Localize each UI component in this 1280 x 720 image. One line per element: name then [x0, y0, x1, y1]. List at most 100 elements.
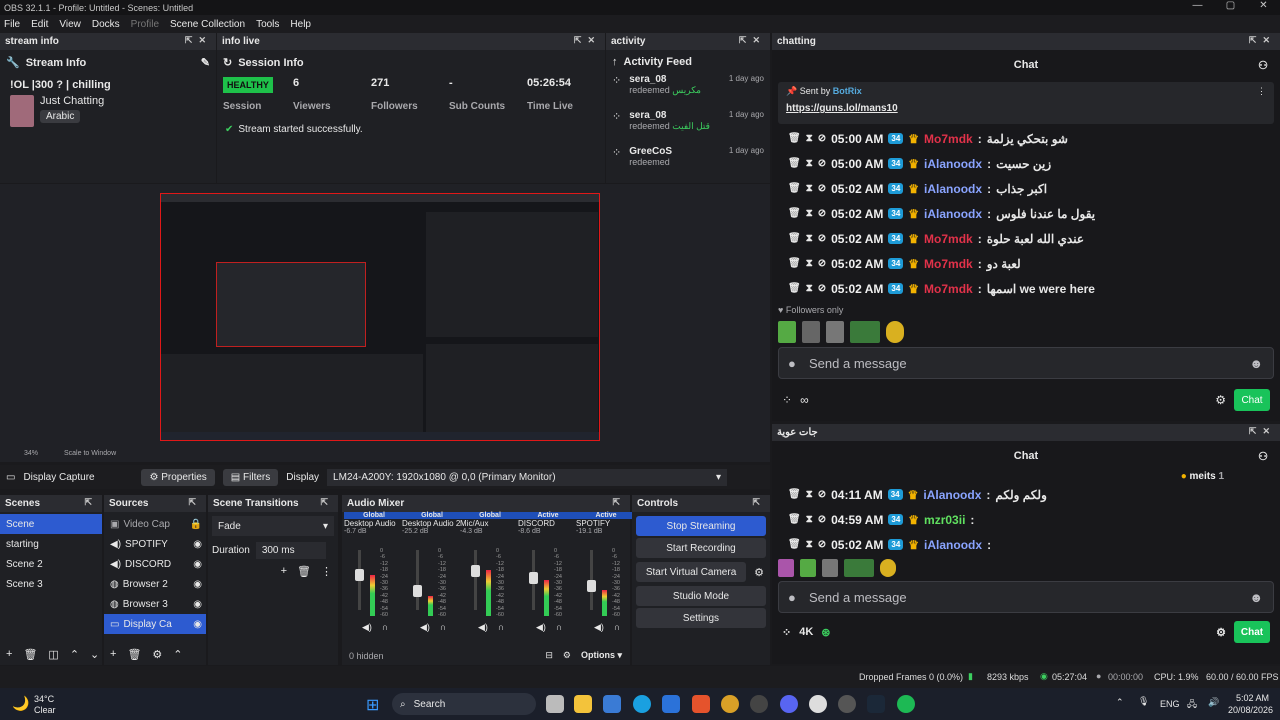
speaker-icon[interactable]: ◀): [536, 622, 546, 633]
timeout-icon[interactable]: ⧗: [806, 158, 813, 169]
users-icon[interactable]: ⚇: [1258, 59, 1268, 72]
minimize-icon[interactable]: —: [1181, 0, 1214, 11]
channel-name[interactable]: Desktop Audio 2: [402, 519, 462, 528]
menu-profile[interactable]: Profile: [131, 19, 159, 30]
preview-source-capture[interactable]: [160, 193, 600, 441]
chat-settings-icon[interactable]: ⚙: [1216, 626, 1226, 639]
message-user[interactable]: Mo7mdk: [924, 232, 973, 246]
emoji-icon[interactable]: ☻: [1249, 590, 1263, 605]
volume-slider[interactable]: [529, 550, 538, 610]
message-user[interactable]: iAlanoodx: [923, 488, 981, 502]
display-select[interactable]: LM24-A200Y: 1920x1080 @ 0,0 (Primary Mon…: [327, 468, 728, 486]
edit-icon[interactable]: ✎: [201, 56, 210, 69]
scene-item[interactable]: Scene: [0, 514, 102, 534]
maximize-icon[interactable]: ▢: [1214, 0, 1247, 11]
message-user[interactable]: Mo7mdk: [924, 257, 973, 271]
delete-icon[interactable]: 🗑: [788, 514, 801, 525]
delete-icon[interactable]: 🗑: [788, 208, 801, 219]
steam-icon[interactable]: [867, 695, 885, 713]
dock-controls-icon[interactable]: ⇱: [188, 497, 202, 508]
pinned-link[interactable]: https://guns.lol/mans10: [786, 103, 1266, 114]
eye-icon[interactable]: ◉: [193, 539, 206, 550]
menu-tools[interactable]: Tools: [256, 19, 279, 30]
headphones-icon[interactable]: ∩: [440, 622, 446, 633]
users-icon[interactable]: ⚇: [1258, 450, 1268, 463]
timeout-icon[interactable]: ⧗: [806, 514, 813, 525]
message-user[interactable]: iAlanoodx: [924, 538, 982, 552]
more-icon[interactable]: ⋮: [321, 565, 332, 578]
add-icon[interactable]: +: [110, 648, 116, 661]
chevron-up-icon[interactable]: ⌃: [70, 648, 79, 661]
menu-help[interactable]: Help: [290, 19, 311, 30]
eye-icon[interactable]: ◉: [193, 579, 206, 590]
tray-chevron-icon[interactable]: ⌃: [1116, 697, 1124, 708]
scene-item[interactable]: starting: [0, 534, 102, 554]
menu-docks[interactable]: Docks: [92, 19, 120, 30]
start-recording-button[interactable]: Start Recording: [636, 538, 766, 558]
ban-icon[interactable]: ⊘: [818, 489, 826, 500]
network-icon[interactable]: 🖧: [1187, 697, 1197, 713]
app-icon[interactable]: [750, 695, 768, 713]
timeout-icon[interactable]: ⧗: [806, 233, 813, 244]
chat-message-input[interactable]: ● Send a message ☻: [778, 581, 1274, 613]
delete-icon[interactable]: 🗑: [788, 133, 801, 144]
delete-icon[interactable]: 🗑: [788, 233, 801, 244]
channel-name[interactable]: Mic/Aux: [460, 519, 520, 528]
start-icon[interactable]: ⊞: [366, 695, 379, 715]
ban-icon[interactable]: ⊘: [818, 208, 826, 219]
delete-icon[interactable]: 🗑: [788, 539, 801, 550]
stop-streaming-button[interactable]: Stop Streaming: [636, 516, 766, 536]
spotify-icon[interactable]: [897, 695, 915, 713]
ban-icon[interactable]: ⊘: [818, 283, 826, 294]
ban-icon[interactable]: ⊘: [818, 258, 826, 269]
headphones-icon[interactable]: ∩: [614, 622, 620, 633]
timeout-icon[interactable]: ⧗: [806, 208, 813, 219]
source-item[interactable]: ◍ Browser 2 ◉: [104, 574, 206, 594]
emote-icon[interactable]: [886, 321, 904, 343]
trash-icon[interactable]: 🗑: [297, 565, 311, 578]
emote-icon[interactable]: [850, 321, 880, 343]
options-button[interactable]: Options ▾: [581, 650, 622, 661]
menu-view[interactable]: View: [59, 19, 81, 30]
ban-icon[interactable]: ⊘: [818, 233, 826, 244]
message-user[interactable]: Mo7mdk: [924, 132, 973, 146]
mic-icon[interactable]: 🎙: [1138, 696, 1149, 707]
volume-slider-knob[interactable]: [471, 565, 480, 577]
layout-icon[interactable]: ⊟: [545, 650, 553, 661]
emote-icon[interactable]: [778, 321, 796, 343]
source-item[interactable]: ◀) SPOTIFY ◉: [104, 534, 206, 554]
ban-icon[interactable]: ⊘: [818, 183, 826, 194]
message-user[interactable]: iAlanoodx: [924, 182, 982, 196]
properties-button[interactable]: ⚙ Properties: [141, 468, 215, 486]
filters-button[interactable]: ▤ Filters: [222, 468, 279, 486]
timeout-icon[interactable]: ⧗: [806, 183, 813, 194]
timeout-icon[interactable]: ⧗: [806, 258, 813, 269]
emote-icon[interactable]: [800, 559, 816, 577]
emote-icon[interactable]: [880, 559, 896, 577]
weather-icon[interactable]: 🌙: [12, 695, 29, 712]
brave-icon[interactable]: [692, 695, 710, 713]
settings-button[interactable]: Settings: [636, 608, 766, 628]
emote-icon[interactable]: [844, 559, 874, 577]
gear-icon[interactable]: ⚙: [152, 648, 162, 661]
eye-icon[interactable]: ◉: [193, 619, 206, 630]
timeout-icon[interactable]: ⧗: [806, 489, 813, 500]
speaker-icon[interactable]: ◀): [594, 622, 604, 633]
dock-controls-icon[interactable]: ⇱: [612, 497, 626, 508]
volume-slider[interactable]: [587, 550, 596, 610]
source-item[interactable]: ▭ Display Ca ◉: [104, 614, 206, 634]
add-icon[interactable]: +: [281, 565, 287, 578]
app-icon[interactable]: [662, 695, 680, 713]
chat-settings-icon[interactable]: ⚙: [1215, 393, 1226, 407]
timeout-icon[interactable]: ⧗: [806, 133, 813, 144]
clock-date[interactable]: 20/08/2026: [1228, 705, 1273, 715]
dock-controls-icon[interactable]: ⇱✕: [1249, 35, 1276, 46]
language-indicator[interactable]: ENG: [1160, 699, 1180, 709]
delete-icon[interactable]: 🗑: [788, 158, 801, 169]
delete-icon[interactable]: 🗑: [788, 183, 801, 194]
speaker-icon[interactable]: ◀): [420, 622, 430, 633]
headphones-icon[interactable]: ∩: [498, 622, 504, 633]
trash-icon[interactable]: 🗑: [127, 648, 141, 661]
dock-controls-icon[interactable]: ⇱: [84, 497, 98, 508]
app-icon[interactable]: [809, 695, 827, 713]
